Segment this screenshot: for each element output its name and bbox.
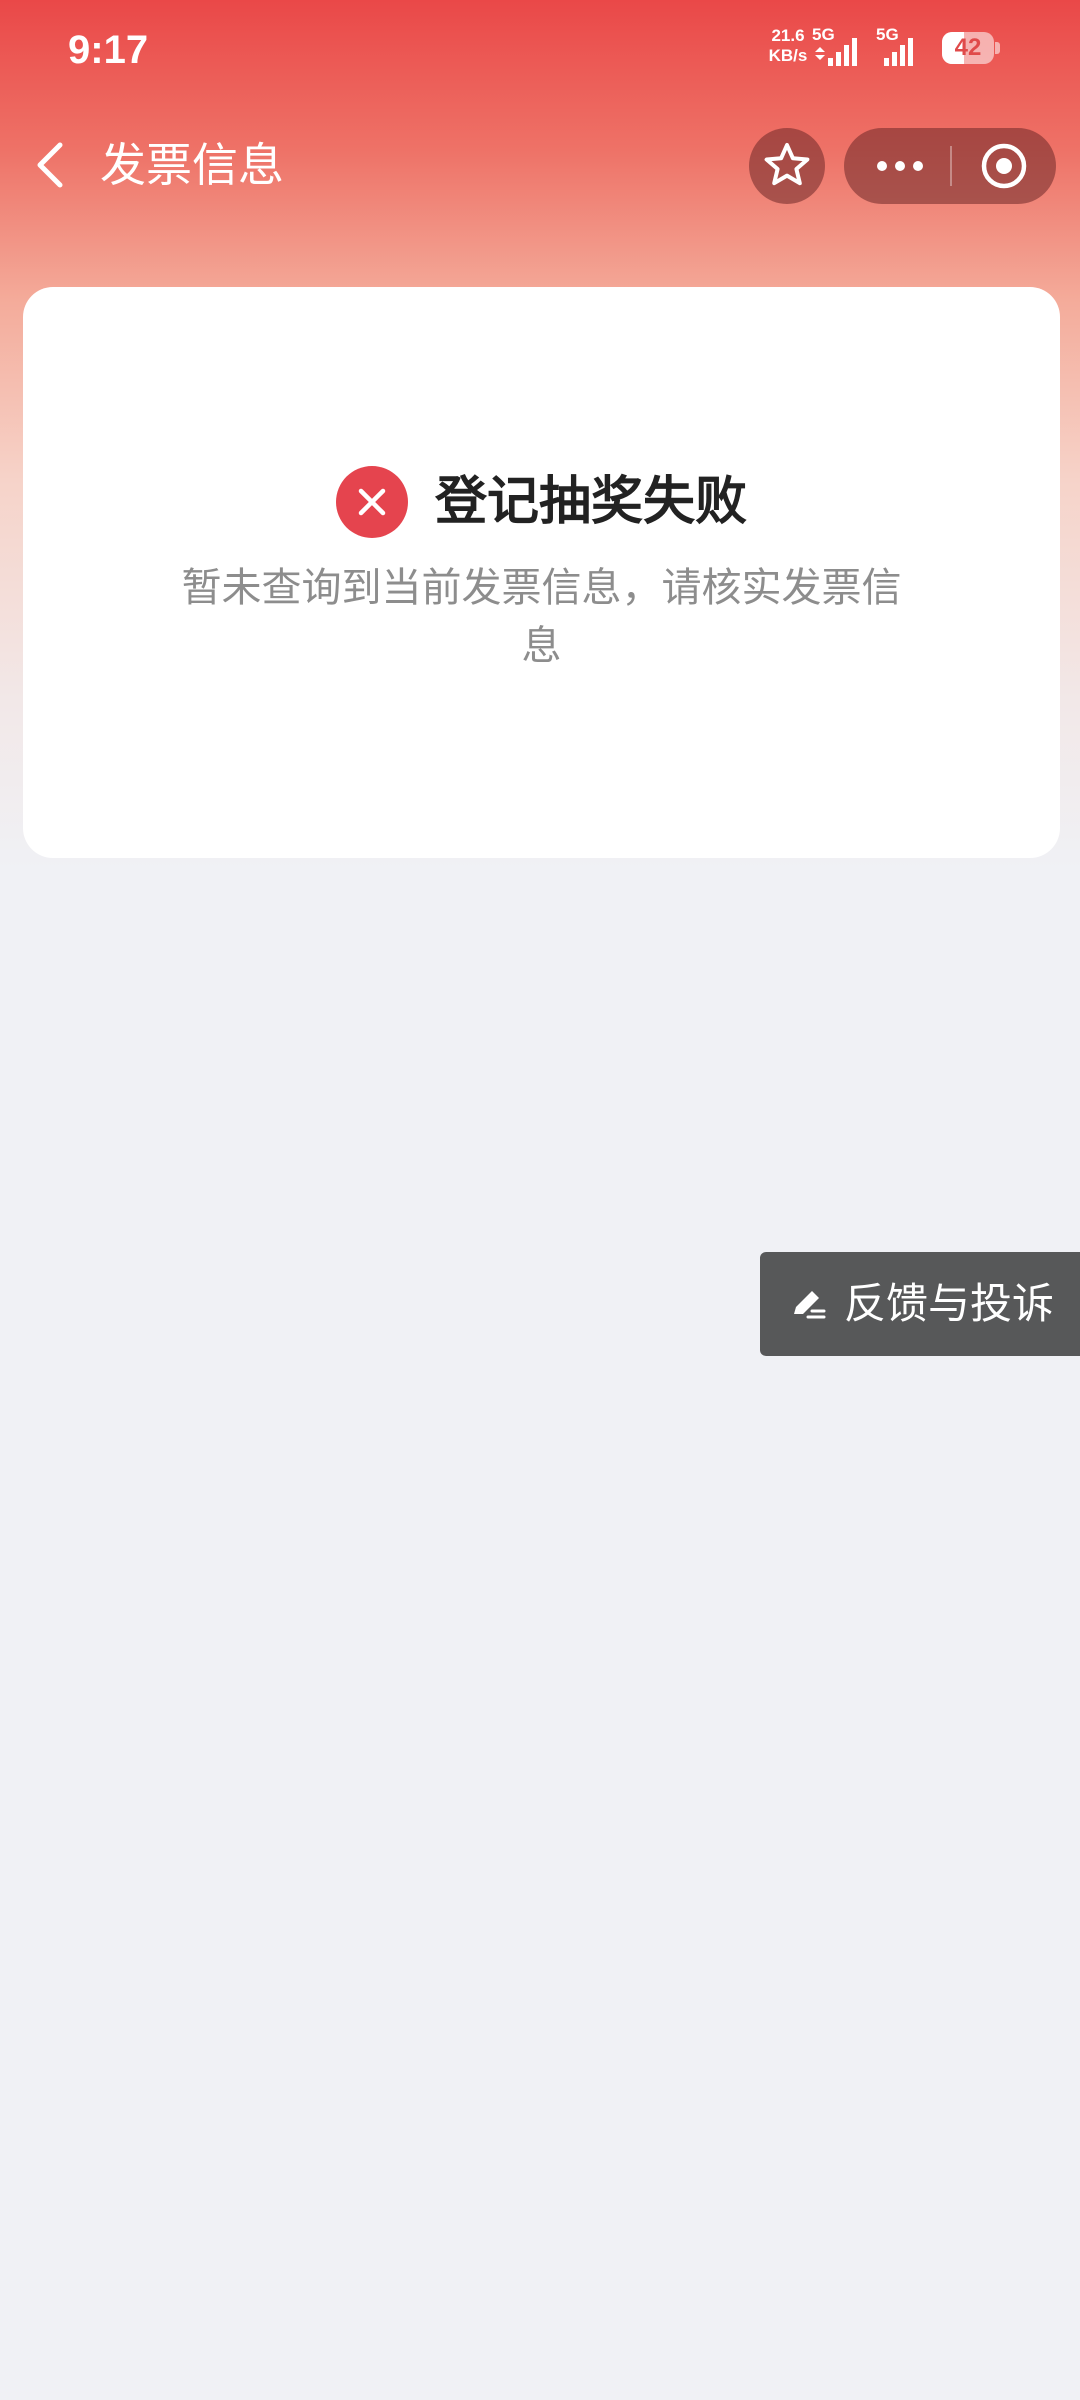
miniapp-capsule: [844, 128, 1056, 204]
close-miniapp-button[interactable]: [952, 128, 1056, 204]
result-header: 登记抽奖失败: [23, 465, 1060, 539]
status-time: 9:17: [68, 28, 149, 72]
feedback-button[interactable]: 反馈与投诉: [760, 1252, 1080, 1356]
signal-bars-icon: [815, 38, 857, 66]
battery-cap: [995, 42, 1000, 54]
error-x-icon: [335, 466, 408, 538]
favorite-button[interactable]: [749, 128, 825, 204]
sim1-signal: 5G: [812, 26, 866, 68]
result-title: 登记抽奖失败: [435, 472, 748, 532]
back-button[interactable]: [24, 135, 84, 195]
star-icon: [764, 143, 810, 186]
network-speed-unit: KB/s: [768, 46, 808, 65]
result-message: 暂未查询到当前发票信息，请核实发票信息: [181, 565, 902, 669]
sim2-signal: 5G: [876, 26, 930, 68]
target-circle-icon: [981, 143, 1027, 189]
navigation-bar: 发票信息: [0, 120, 1080, 210]
edit-pen-icon: [794, 1291, 826, 1319]
network-speed-value: 21.6: [771, 26, 805, 45]
chevron-left-icon: [37, 142, 63, 188]
network-speed: 21.6 KB/s: [766, 26, 810, 66]
more-button[interactable]: [844, 128, 950, 204]
more-dots-icon: [877, 161, 923, 171]
page-title: 发票信息: [100, 138, 284, 192]
status-bar: 9:17 21.6 KB/s 5G 5G 42: [0, 0, 1080, 100]
battery-body: 42: [942, 32, 994, 64]
battery-indicator: 42: [942, 32, 1000, 64]
result-card: 登记抽奖失败 暂未查询到当前发票信息，请核实发票信息: [23, 287, 1060, 858]
battery-level: 42: [954, 34, 982, 61]
feedback-label: 反馈与投诉: [844, 1279, 1055, 1328]
signal-bars-icon: [884, 38, 913, 66]
